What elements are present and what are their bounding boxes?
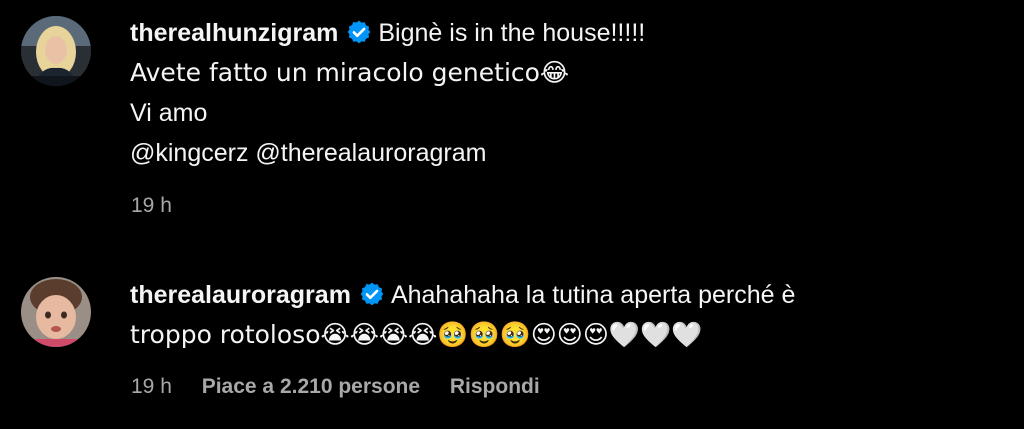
avatar-auroragram[interactable] <box>21 277 91 347</box>
avatar-image <box>21 16 91 86</box>
verified-badge-icon <box>360 282 384 306</box>
comment-2-text-2: troppo rotoloso😭😭😭😭🥹🥹🥹😍😍😍🤍🤍🤍 <box>130 320 703 349</box>
comment-2-line-1: therealauroragram Ahahahaha la tutina ape… <box>130 275 1004 315</box>
comment-1-text-1: Bignè is in the house!!!!! <box>378 19 646 47</box>
avatar-hunzigram[interactable] <box>21 16 91 86</box>
username-hunzigram[interactable]: therealhunzigram <box>130 19 338 47</box>
comment-1-meta: 19 h <box>131 194 172 218</box>
comment-1-line-1: therealhunzigram Bignè is in the house!!!… <box>130 13 1004 53</box>
comment-2-text-1: Ahahahaha la tutina aperta perché è <box>390 281 796 309</box>
avatar-image <box>21 277 91 347</box>
comment-1: therealhunzigram Bignè is in the house!!!… <box>0 0 1024 240</box>
reply-button[interactable]: Rispondi <box>450 375 540 399</box>
comment-1-time: 19 h <box>131 194 172 217</box>
comment-2-time: 19 h <box>131 375 172 398</box>
comment-1-text-3: Vi amo <box>130 99 208 127</box>
comment-1-mentions[interactable]: @kingcerz @therealauroragram <box>130 133 1004 173</box>
comment-2-meta: 19 h Piace a 2.210 persone Rispondi <box>131 375 540 399</box>
comment-2: therealauroragram Ahahahaha la tutina ape… <box>0 265 1024 429</box>
likes-count-button[interactable]: Piace a 2.210 persone <box>202 375 420 399</box>
comment-1-text-2: Avete fatto un miracolo genetico😂 <box>130 58 570 87</box>
verified-badge-icon <box>348 20 371 44</box>
username-auroragram[interactable]: therealauroragram <box>130 281 351 309</box>
